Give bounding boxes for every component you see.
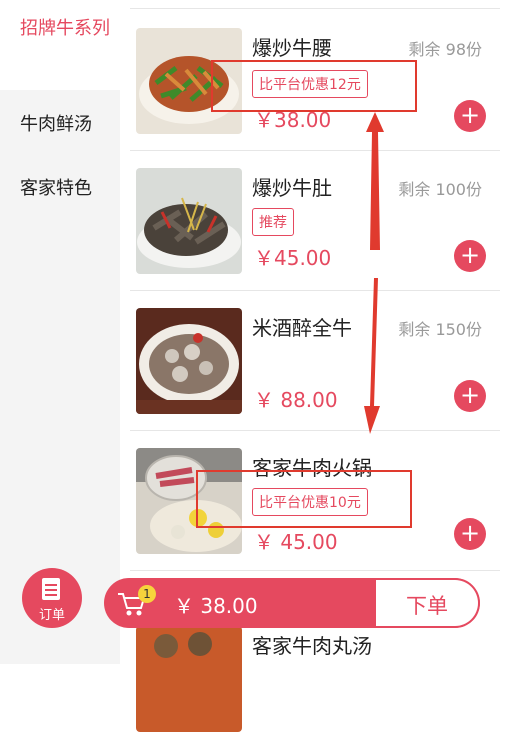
annotation-highlight-box [196,470,412,528]
add-to-cart-button[interactable]: + [454,518,486,550]
recommend-tag: 推荐 [252,208,294,236]
sidebar-item-label: 牛肉鲜汤 [20,114,92,135]
dish-name: 爆炒牛腰 [252,36,332,60]
dish-photo [136,626,242,732]
add-to-cart-button[interactable]: + [454,380,486,412]
dish-stock: 剩余 98份 [408,40,482,59]
dish-item[interactable]: 米酒醉全牛 剩余 150份 ￥ 88.00 + [120,298,500,438]
dish-name: 客家牛肉丸汤 [252,634,372,658]
divider [130,150,500,151]
plus-icon: + [459,519,481,547]
order-label: 订单 [38,608,65,623]
dish-item[interactable]: 爆炒牛肚 剩余 100份 推荐 ￥45.00 + [120,158,500,298]
divider [130,570,500,571]
submit-label: 下单 [406,594,448,618]
add-to-cart-button[interactable]: + [454,100,486,132]
dish-price: ￥ 88.00 [254,388,338,412]
divider [130,430,500,431]
dish-price: ￥ 45.00 [254,530,338,554]
plus-icon: + [459,101,481,129]
divider [130,8,500,9]
annotation-highlight-box [211,60,417,112]
dish-price: ￥45.00 [254,246,332,270]
sidebar-item-beef-soup[interactable]: 牛肉鲜汤 [0,92,120,156]
dish-stock: 剩余 100份 [398,180,482,199]
cart-count-badge: 1 [138,585,156,603]
category-sidebar: 招牌牛系列 牛肉鲜汤 客家特色 [0,0,120,664]
plus-icon: + [459,381,481,409]
cart-bar: ￥ 38.00 下单 [104,578,480,628]
sidebar-item-hakka-specialty[interactable]: 客家特色 [0,158,120,222]
dish-photo [136,168,242,274]
order-doc-icon [42,578,60,600]
divider [130,290,500,291]
cart-total: ￥ 38.00 [174,594,258,618]
submit-order-button[interactable]: 下单 [376,578,480,628]
dish-name: 爆炒牛肚 [252,176,332,200]
dish-stock: 剩余 150份 [398,320,482,339]
annotation-arrows [364,112,384,434]
sidebar-item-label: 招牌牛系列 [20,18,110,39]
plus-icon: + [459,241,481,269]
order-button[interactable]: 订单 [22,568,82,628]
dish-photo [136,308,242,414]
sidebar-item-signature-beef[interactable]: 招牌牛系列 [0,0,120,90]
dish-name: 米酒醉全牛 [252,316,352,340]
add-to-cart-button[interactable]: + [454,240,486,272]
sidebar-item-label: 客家特色 [20,178,92,199]
